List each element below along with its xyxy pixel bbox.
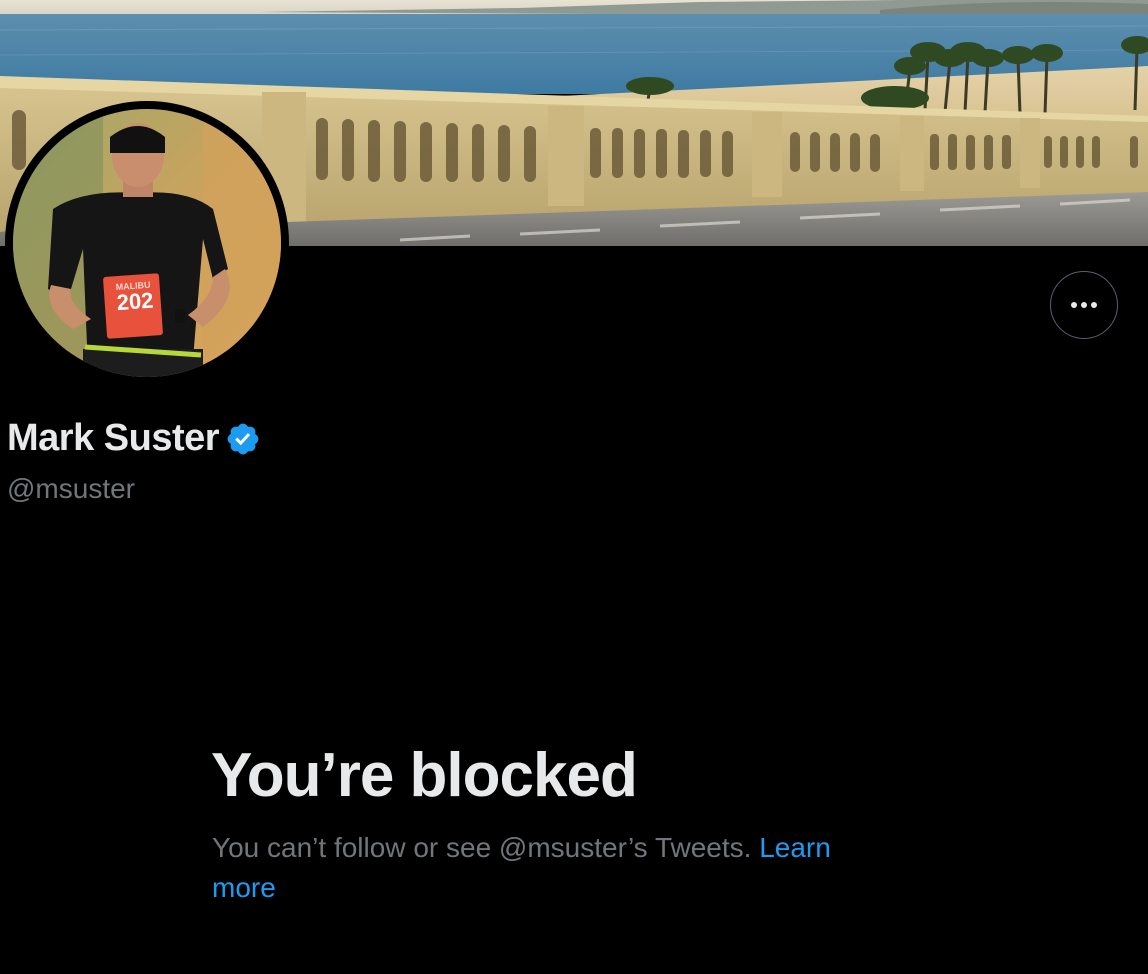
blocked-message-text: You can’t follow or see @msuster’s Tweet… (212, 832, 752, 863)
ellipsis-icon (1071, 302, 1097, 308)
blocked-message: You can’t follow or see @msuster’s Tweet… (212, 828, 902, 908)
profile-avatar[interactable]: 202 MALIBU (5, 101, 289, 385)
profile-name-row: Mark Suster (7, 414, 261, 462)
more-options-button[interactable] (1050, 271, 1118, 339)
profile-handle: @msuster (7, 473, 135, 504)
verified-badge-icon[interactable] (225, 421, 261, 457)
blocked-title: You’re blocked (211, 741, 638, 810)
profile-page: 202 MALIBU Mark Suster @msuster You’re b… (0, 0, 1148, 974)
display-name: Mark Suster (7, 417, 220, 459)
avatar-image: 202 MALIBU (13, 109, 281, 377)
